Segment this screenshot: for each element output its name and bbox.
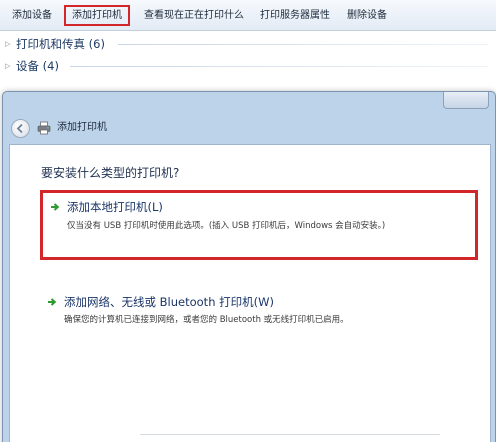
back-arrow-icon [16, 123, 23, 134]
group-divider [118, 44, 488, 45]
dialog-content: 要安装什么类型的打印机? 添加本地打印机(L) 仅当没有 USB 打印机时使用此… [9, 144, 491, 442]
group-devices[interactable]: ▷ 设备 (4) [0, 54, 496, 78]
option-title: 添加本地打印机(L) [67, 200, 163, 214]
group-label: 打印机和传真 (6) [16, 37, 105, 51]
green-arrow-icon [48, 298, 57, 306]
printer-icon [37, 121, 51, 135]
option-title: 添加网络、无线或 Bluetooth 打印机(W) [64, 295, 274, 309]
add-network-printer-option[interactable]: 添加网络、无线或 Bluetooth 打印机(W) 确保您的计算机已连接到网络，… [40, 285, 478, 327]
remove-device-button[interactable]: 删除设备 [343, 5, 391, 26]
group-divider [70, 66, 488, 67]
add-device-button[interactable]: 添加设备 [8, 5, 56, 26]
print-server-properties-button[interactable]: 打印服务器属性 [256, 5, 334, 26]
expand-arrow-icon[interactable]: ▷ [5, 32, 10, 56]
option-description: 仅当没有 USB 打印机时使用此选项。(插入 USB 打印机后，Windows … [67, 221, 386, 231]
green-arrow-icon [51, 203, 60, 211]
back-button[interactable] [11, 119, 30, 138]
option-description: 确保您的计算机已连接到网络，或者您的 Bluetooth 或无线打印机已启用。 [64, 315, 349, 325]
add-printer-button[interactable]: 添加打印机 [64, 5, 130, 26]
group-printers-and-faxes[interactable]: ▷ 打印机和传真 (6) [0, 32, 496, 56]
devices-and-printers-window: 添加设备 添加打印机 查看现在正在打印什么 打印服务器属性 删除设备 ▷ 打印机… [0, 0, 496, 442]
command-toolbar: 添加设备 添加打印机 查看现在正在打印什么 打印服务器属性 删除设备 [0, 0, 496, 31]
close-button[interactable] [443, 92, 489, 109]
expand-arrow-icon[interactable]: ▷ [5, 54, 10, 78]
see-whats-printing-button[interactable]: 查看现在正在打印什么 [140, 5, 248, 26]
dialog-header: 添加打印机 [7, 114, 491, 142]
add-local-printer-option[interactable]: 添加本地打印机(L) 仅当没有 USB 打印机时使用此选项。(插入 USB 打印… [40, 190, 478, 260]
printer-type-question: 要安装什么类型的打印机? [41, 166, 180, 180]
add-printer-dialog: 添加打印机 要安装什么类型的打印机? 添加本地打印机(L) 仅当没有 USB 打… [2, 91, 496, 442]
footer-divider [140, 434, 440, 435]
dialog-title: 添加打印机 [57, 122, 107, 133]
group-label: 设备 (4) [16, 59, 59, 73]
